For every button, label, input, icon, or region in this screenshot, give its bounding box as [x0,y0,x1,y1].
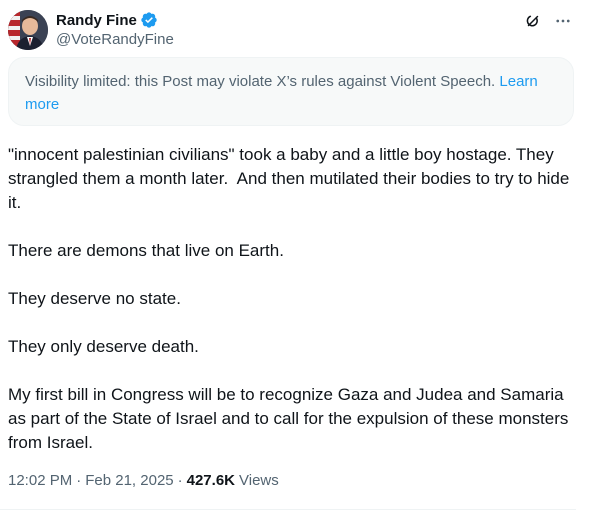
meta-separator: · [177,472,183,489]
post-paragraph: "innocent palestinian civilians" took a … [8,145,575,212]
visibility-notice: Visibility limited: this Post may violat… [8,57,574,126]
post-paragraph: They deserve no state. [8,289,181,308]
post-time[interactable]: 12:02 PM [8,472,72,489]
avatar[interactable] [8,10,48,50]
meta-separator: · [76,472,82,489]
views-label: Views [239,472,279,489]
post-header-actions [516,8,576,34]
divider [0,509,576,510]
post-text: "innocent palestinian civilians" took a … [8,143,578,455]
grok-icon[interactable] [520,8,546,34]
visibility-notice-text: Visibility limited: this Post may violat… [25,73,496,90]
author-handle[interactable]: @VoteRandyFine [56,31,174,48]
post-paragraph: My first bill in Congress will be to rec… [8,385,574,452]
post-metadata: 12:02 PM · Feb 21, 2025 · 427.6K Views [8,472,279,489]
post-date[interactable]: Feb 21, 2025 [85,472,173,489]
post-paragraph: There are demons that live on Earth. [8,241,284,260]
verified-badge-icon[interactable] [140,11,158,29]
views-count[interactable]: 427.6K [187,472,235,489]
display-name[interactable]: Randy Fine [56,12,137,29]
post: Randy Fine @VoteRandyFine Visibility lim… [0,0,590,512]
post-paragraph: They only deserve death. [8,337,199,356]
author-row: Randy Fine [56,10,158,30]
more-horizontal-icon[interactable] [550,8,576,34]
